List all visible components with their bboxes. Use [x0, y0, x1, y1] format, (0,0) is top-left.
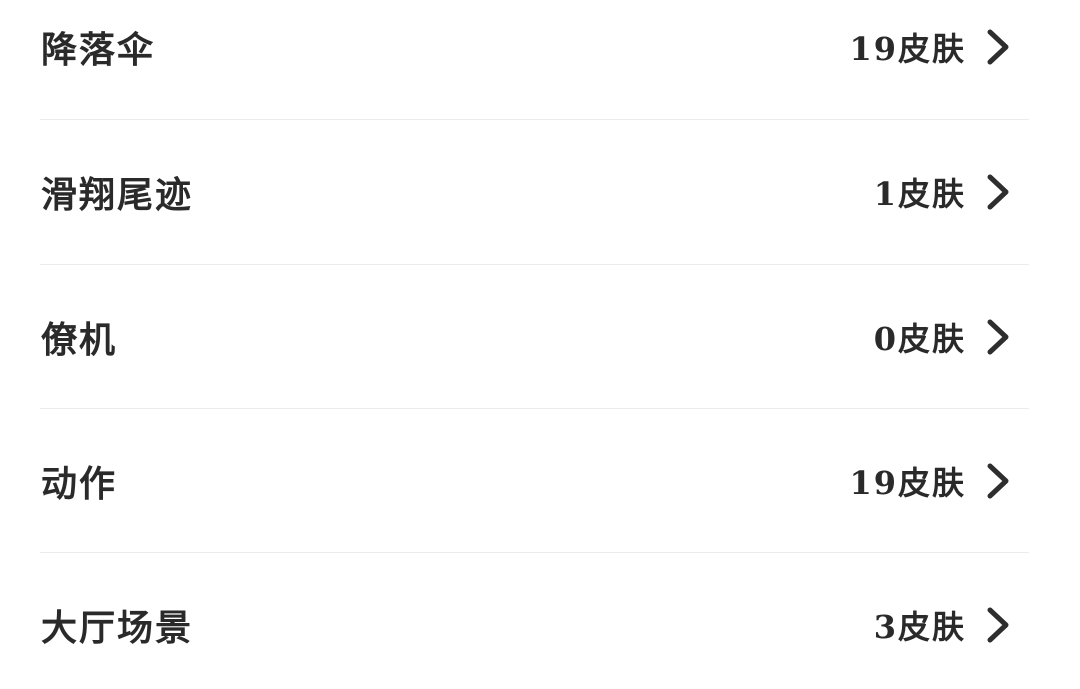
- chevron-right-icon: [987, 463, 1009, 499]
- skin-category-row-parachute[interactable]: 降落伞 19皮肤: [0, 0, 1080, 119]
- chevron-right-icon: [987, 319, 1009, 355]
- skin-category-list: 降落伞 19皮肤 滑翔尾迹 1皮肤 僚机 0皮肤 动作 19皮肤 大厅场景 3皮…: [0, 0, 1080, 689]
- skin-count: 19皮肤: [849, 464, 966, 502]
- skin-category-row-emote[interactable]: 动作 19皮肤: [0, 409, 1080, 553]
- skin-count: 19皮肤: [849, 30, 966, 68]
- skin-category-row-wingman[interactable]: 僚机 0皮肤: [0, 265, 1080, 409]
- skin-count: 0皮肤: [873, 320, 966, 358]
- category-label: 僚机: [41, 319, 118, 361]
- chevron-right-icon: [987, 29, 1009, 65]
- chevron-right-icon: [987, 174, 1009, 210]
- skin-category-row-glide-trail[interactable]: 滑翔尾迹 1皮肤: [0, 120, 1080, 264]
- chevron-right-icon: [987, 607, 1009, 643]
- category-label: 动作: [41, 463, 118, 505]
- skin-count: 3皮肤: [873, 608, 966, 646]
- category-label: 降落伞: [41, 29, 156, 71]
- category-label: 滑翔尾迹: [41, 174, 194, 216]
- skin-category-row-lobby-scene[interactable]: 大厅场景 3皮肤: [0, 553, 1080, 689]
- category-label: 大厅场景: [41, 607, 194, 649]
- skin-count: 1皮肤: [873, 175, 966, 213]
